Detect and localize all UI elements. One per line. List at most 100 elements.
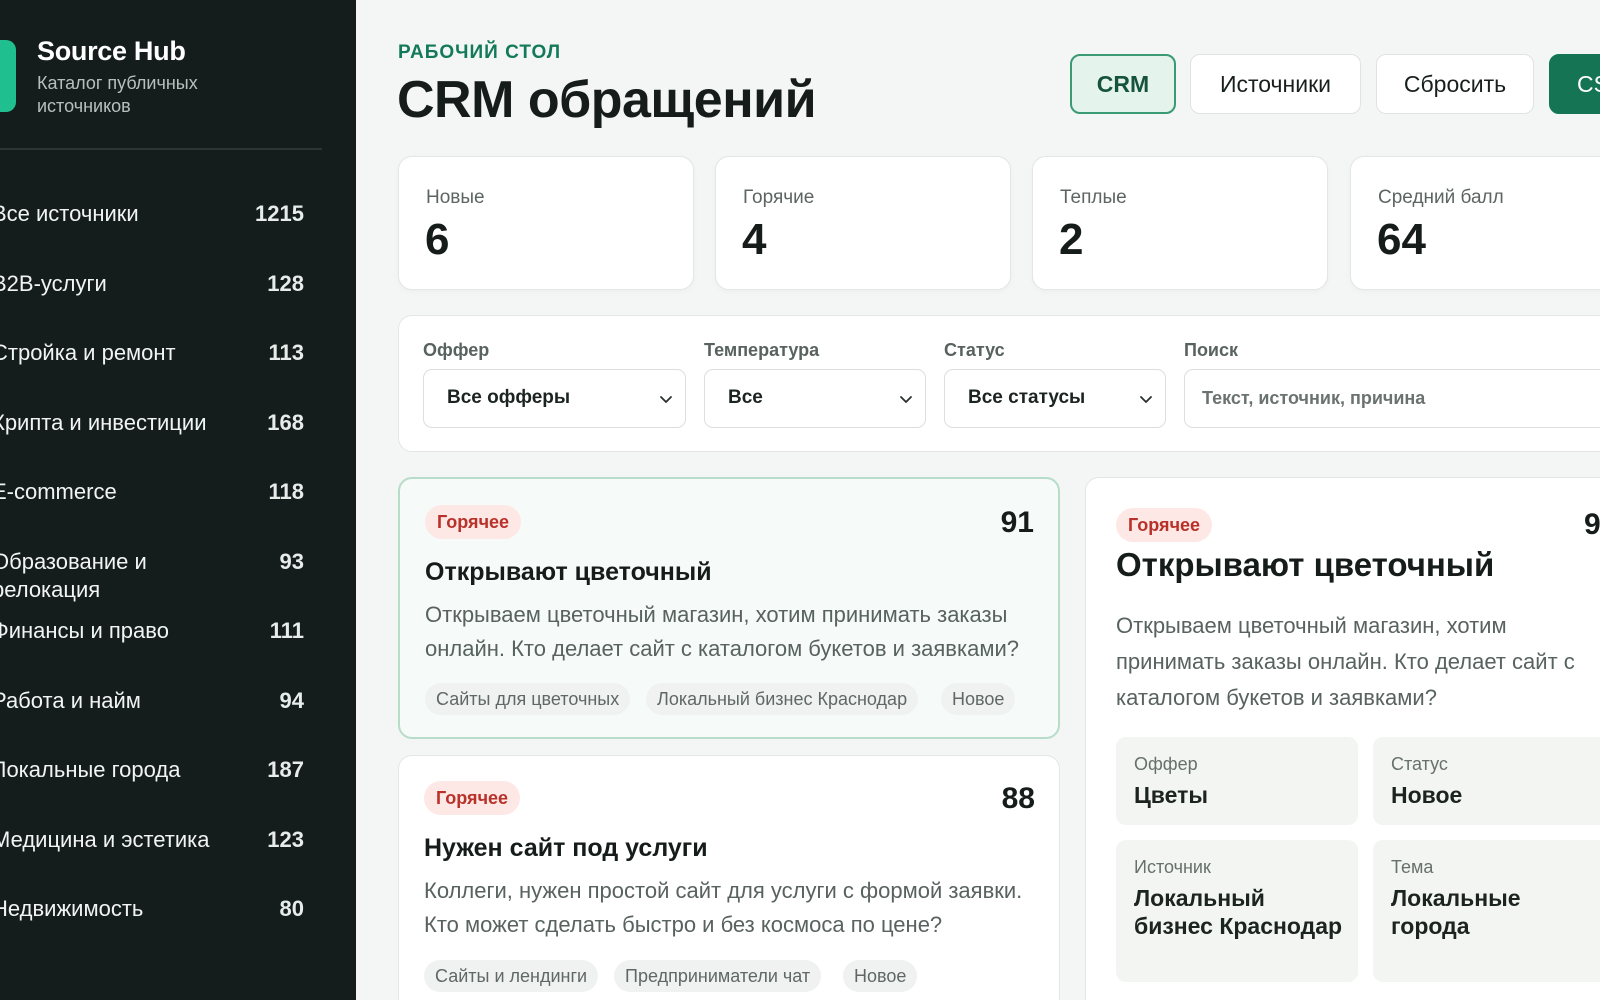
sidebar-item-label: B2B-услуги — [0, 270, 107, 296]
page-title: CRM обращений — [397, 71, 817, 129]
sidebar-item-count: 1215 — [255, 201, 304, 226]
stat-card-average-score: Средний балл 64 — [1350, 156, 1600, 290]
offer-select[interactable]: Все офферы — [423, 369, 686, 428]
status-filter-label: Статус — [944, 340, 1005, 360]
chevron-down-icon — [1140, 396, 1152, 403]
temperature-badge: Горячее — [425, 505, 522, 539]
info-source: Источник Локальный бизнес Краснодар — [1116, 840, 1358, 982]
sidebar-item-count: 111 — [269, 618, 304, 643]
crm-button[interactable]: CRM — [1070, 54, 1176, 114]
brand-title: Source Hub — [37, 36, 186, 66]
lead-text: Открываем цветочный магазин, хотим прини… — [425, 602, 1019, 661]
info-label: Тема — [1391, 857, 1434, 877]
stat-label: Теплые — [1060, 187, 1127, 208]
sidebar-item-label: Финансы и право — [0, 618, 169, 643]
filter-panel: Оффер Все офферы Температура Все Статус … — [398, 315, 1600, 452]
info-status: Статус Новое — [1373, 737, 1600, 825]
temperature-badge: Горячее — [1116, 508, 1213, 542]
sidebar-item-jobs[interactable]: Работа и найм 94 — [0, 683, 322, 753]
sidebar-item-label: Крипта и инвестиции — [0, 409, 207, 435]
status-tag: Новое — [941, 683, 1016, 715]
sidebar-item-local-cities[interactable]: Локальные города 187 — [0, 752, 322, 822]
sidebar-item-label: Локальные города — [0, 757, 181, 782]
search-input[interactable] — [1184, 369, 1600, 428]
csv-export-button[interactable]: CSV — [1549, 54, 1600, 114]
temperature-filter-label: Температура — [704, 340, 820, 360]
search-filter-label: Поиск — [1184, 340, 1239, 360]
info-topic: Тема Локальные города — [1373, 840, 1600, 982]
stat-card-hot: Горячие 4 — [715, 156, 1011, 290]
temperature-badge: Горячее — [424, 781, 521, 815]
status-select-value: Все статусы — [968, 387, 1086, 408]
sidebar-item-label: Недвижимость — [0, 896, 144, 921]
offer-tag: Сайты для цветочных — [425, 683, 631, 715]
temperature-select[interactable]: Все — [704, 369, 926, 428]
chevron-down-icon — [900, 396, 912, 403]
temperature-select-value: Все — [728, 387, 763, 408]
page-eyebrow: РАБОЧИЙ СТОЛ — [398, 42, 562, 63]
sidebar-item-count: 93 — [279, 548, 304, 574]
stat-value: 64 — [1377, 215, 1426, 264]
sidebar-divider — [0, 148, 322, 150]
sidebar-item-count: 187 — [267, 757, 304, 782]
info-value: Локальный бизнес Краснодар — [1134, 885, 1343, 939]
offer-filter-label: Оффер — [423, 340, 490, 360]
sidebar-item-finance-law[interactable]: Финансы и право 111 — [0, 613, 322, 683]
lead-score: 91 — [1000, 506, 1034, 539]
stat-label: Горячие — [743, 187, 815, 208]
brand-subtitle: Каталог публичных источников — [37, 73, 198, 116]
lead-detail-panel: Горячее 91 Открывают цветочный Открываем… — [1085, 477, 1600, 1000]
sidebar-item-label: Работа и найм — [0, 687, 141, 713]
sidebar-item-label: Все источники — [0, 201, 139, 226]
sidebar: Source Hub Каталог публичных источников … — [0, 0, 356, 1000]
sidebar-item-count: 168 — [267, 409, 304, 435]
sidebar-item-medicine[interactable]: Медицина и эстетика 123 — [0, 822, 322, 892]
lead-title: Открывают цветочный — [425, 558, 712, 586]
info-value: Цветы — [1134, 782, 1209, 808]
info-label: Оффер — [1134, 754, 1198, 774]
status-select[interactable]: Все статусы — [944, 369, 1166, 428]
sidebar-item-crypto[interactable]: Крипта и инвестиции 168 — [0, 405, 322, 475]
sidebar-item-count: 80 — [279, 896, 304, 921]
info-value: Новое — [1391, 782, 1463, 808]
stat-value: 2 — [1059, 215, 1084, 264]
lead-card[interactable]: Горячее 88 Нужен сайт под услуги Коллеги… — [398, 755, 1060, 1000]
sidebar-item-count: 94 — [279, 687, 304, 713]
sidebar-item-label: Медицина и эстетика — [0, 826, 210, 852]
sidebar-item-education[interactable]: Образование и релокация 93 — [0, 544, 322, 614]
info-label: Статус — [1391, 754, 1448, 774]
lead-score: 88 — [1001, 782, 1035, 815]
stat-card-new: Новые 6 — [398, 156, 694, 290]
lead-card[interactable]: Горячее 91 Открывают цветочный Открываем… — [398, 477, 1060, 739]
lead-score: 91 — [1584, 508, 1600, 541]
detail-text: Открываем цветочный магазин, хотим прини… — [1116, 613, 1575, 710]
lead-text: Коллеги, нужен простой сайт для услуги с… — [424, 878, 1023, 937]
sidebar-item-label: Образование и релокация — [0, 548, 147, 602]
info-offer: Оффер Цветы — [1116, 737, 1358, 825]
source-tag: Предприниматели чат — [614, 960, 822, 992]
sources-button[interactable]: Источники — [1190, 54, 1361, 114]
stat-label: Средний балл — [1378, 187, 1504, 208]
status-tag: Новое — [843, 960, 918, 992]
info-value: Локальные города — [1391, 885, 1521, 939]
sidebar-item-b2b-services[interactable]: B2B-услуги 128 — [0, 266, 322, 336]
sidebar-item-count: 118 — [268, 479, 305, 504]
sidebar-item-ecommerce[interactable]: E-commerce 118 — [0, 474, 322, 544]
sidebar-item-all-sources[interactable]: Все источники 1215 — [0, 196, 322, 266]
source-tag: Локальный бизнес Краснодар — [646, 683, 919, 715]
stat-value: 6 — [425, 215, 450, 264]
chevron-down-icon — [660, 396, 672, 403]
detail-title: Открывают цветочный — [1116, 546, 1495, 583]
sidebar-item-count: 123 — [267, 826, 304, 852]
sidebar-item-label: E-commerce — [0, 479, 117, 504]
stat-card-warm: Теплые 2 — [1032, 156, 1328, 290]
stat-label: Новые — [426, 187, 485, 208]
reset-button[interactable]: Сбросить — [1376, 54, 1534, 114]
offer-select-value: Все офферы — [447, 387, 571, 408]
sidebar-item-construction[interactable]: Стройка и ремонт 113 — [0, 335, 322, 405]
sidebar-item-real-estate[interactable]: Недвижимость 80 — [0, 891, 322, 961]
sidebar-item-count: 113 — [268, 340, 305, 365]
lead-title: Нужен сайт под услуги — [424, 834, 708, 862]
sidebar-item-label: Стройка и ремонт — [0, 340, 176, 365]
sidebar-nav: Все источники 1215 B2B-услуги 128 Стройк… — [0, 196, 322, 961]
